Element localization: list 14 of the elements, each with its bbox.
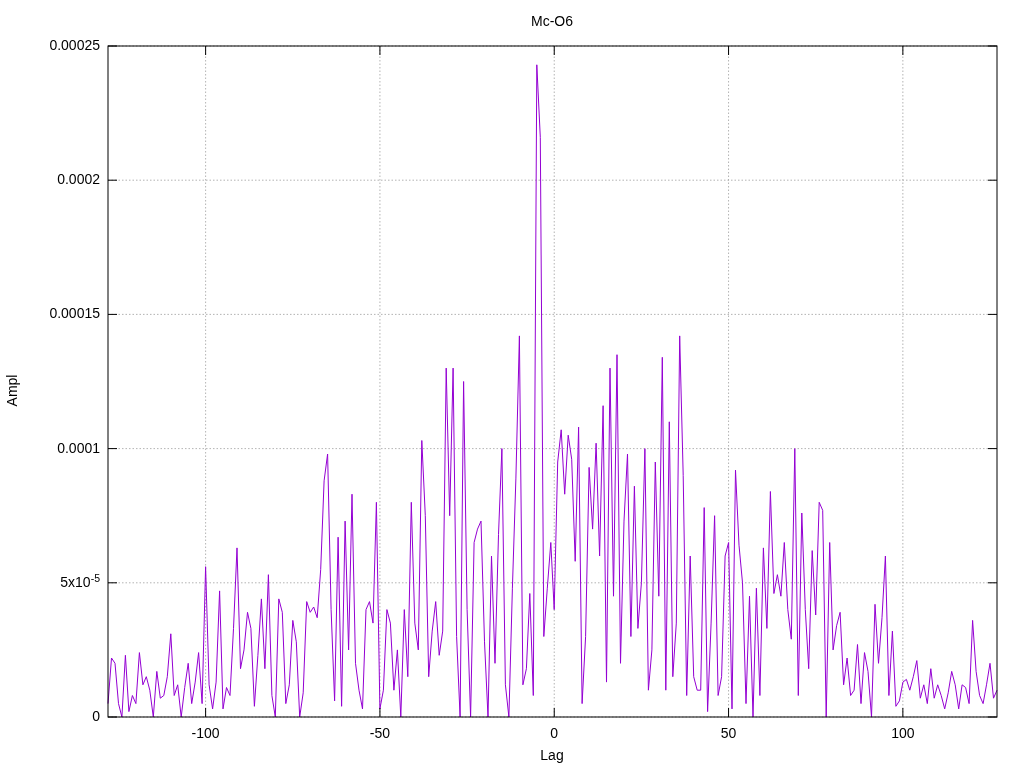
x-tick-label: -50 [368, 724, 392, 743]
y-tick-label: 0.00015 [49, 305, 100, 322]
y-axis-label: Ampl [2, 373, 21, 409]
y-tick-label: 0 [92, 708, 100, 724]
y-tick-label: 0.0001 [57, 439, 100, 456]
y-tick-label: 5x10$^{-5}$ [60, 573, 100, 590]
x-tick-label: 0 [549, 724, 560, 743]
x-tick-label: 100 [890, 724, 916, 743]
x-tick-label: -100 [190, 724, 221, 743]
x-tick-label: 50 [719, 724, 738, 743]
chart-title: Mc-O6 [530, 12, 574, 31]
y-tick-label: 0.0002 [57, 171, 100, 188]
y-tick-label: 0.00025 [49, 37, 100, 53]
x-axis-label: Lag [539, 746, 565, 765]
